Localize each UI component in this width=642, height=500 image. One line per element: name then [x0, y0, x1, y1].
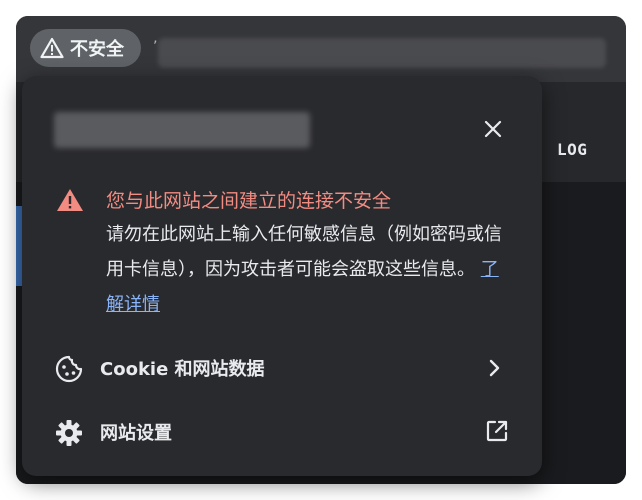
site-name — [54, 112, 310, 148]
browser-toolbar: 不安全 ’ — [16, 16, 626, 82]
site-settings-label: 网站设置 — [100, 423, 172, 444]
address-bar-url[interactable] — [158, 38, 606, 68]
gear-icon — [54, 418, 84, 452]
warning-triangle-icon — [40, 37, 64, 59]
cookie-and-site-data-row[interactable]: Cookie 和网站数据 — [22, 340, 542, 396]
site-chip-label: 不安全 — [70, 39, 124, 60]
warning-triangle-icon — [56, 188, 84, 216]
site-settings-row[interactable]: 网站设置 — [22, 404, 542, 460]
warning-body-text: 请勿在此网站上输入任何敏感信息（例如密码或信用卡信息），因为攻击者可能会盗取这些… — [106, 224, 502, 280]
open-external-icon — [484, 418, 510, 448]
cookie-icon — [54, 354, 84, 388]
close-icon — [484, 120, 502, 142]
cookie-row-label: Cookie 和网站数据 — [100, 359, 265, 380]
site-info-chip[interactable]: 不安全 — [30, 29, 141, 67]
chevron-right-icon — [488, 356, 502, 384]
warning-title: 您与此网站之间建立的连接不安全 — [106, 190, 392, 212]
page-nav-log[interactable]: LOG — [557, 140, 587, 159]
warning-body: 请勿在此网站上输入任何敏感信息（例如密码或信用卡信息），因为攻击者可能会盗取这些… — [106, 217, 516, 322]
close-button[interactable] — [480, 118, 506, 144]
site-info-popup: 您与此网站之间建立的连接不安全 请勿在此网站上输入任何敏感信息（例如密码或信用卡… — [22, 76, 542, 476]
